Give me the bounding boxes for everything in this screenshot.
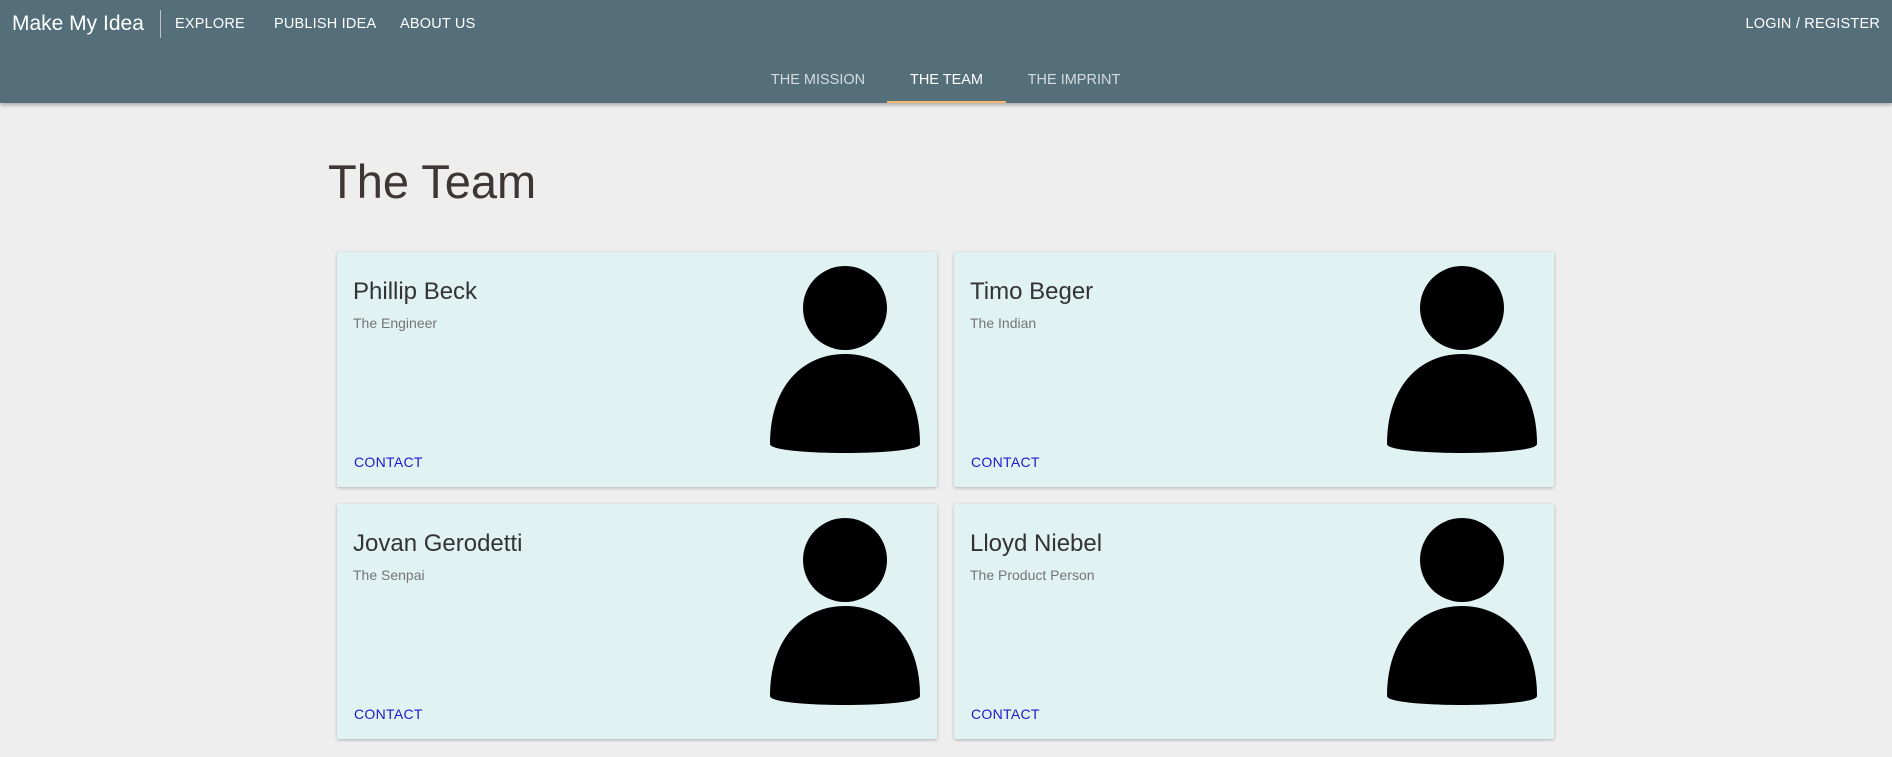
- person-avatar-icon: [770, 518, 920, 705]
- person-avatar-icon: [1387, 266, 1537, 453]
- person-avatar-icon: [770, 266, 920, 453]
- tab-the-team[interactable]: THE TEAM: [887, 60, 1006, 103]
- active-tab-indicator: [887, 101, 1006, 103]
- brand-logo-link[interactable]: Make My Idea: [12, 10, 161, 38]
- nav-about-us[interactable]: ABOUT US: [400, 16, 475, 32]
- team-member-card: Jovan Gerodetti The Senpai CONTACT: [337, 504, 937, 739]
- login-register-link[interactable]: LOGIN / REGISTER: [1745, 16, 1880, 32]
- tab-the-mission[interactable]: THE MISSION: [762, 60, 874, 103]
- person-avatar-icon: [1387, 518, 1537, 705]
- contact-button[interactable]: CONTACT: [354, 706, 423, 722]
- member-name: Jovan Gerodetti: [353, 530, 523, 557]
- member-name: Phillip Beck: [353, 278, 478, 305]
- member-role: The Engineer: [353, 315, 438, 331]
- member-name: Timo Beger: [970, 278, 1094, 305]
- sub-navigation-tabs: THE MISSION THE TEAM THE IMPRINT: [0, 60, 1892, 103]
- contact-button[interactable]: CONTACT: [354, 454, 423, 470]
- tab-the-imprint[interactable]: THE IMPRINT: [1018, 60, 1130, 103]
- member-role: The Indian: [970, 315, 1037, 331]
- top-app-bar: Make My Idea EXPLORE PUBLISH IDEA ABOUT …: [0, 0, 1892, 103]
- team-member-card: Lloyd Niebel The Product Person CONTACT: [954, 504, 1554, 739]
- contact-button[interactable]: CONTACT: [971, 454, 1040, 470]
- contact-button[interactable]: CONTACT: [971, 706, 1040, 722]
- nav-explore[interactable]: EXPLORE: [175, 16, 245, 32]
- team-member-card: Phillip Beck The Engineer CONTACT: [337, 252, 937, 487]
- member-role: The Product Person: [970, 567, 1095, 583]
- nav-publish-idea[interactable]: PUBLISH IDEA: [274, 16, 376, 32]
- page-title: The Team: [328, 155, 537, 208]
- member-name: Lloyd Niebel: [970, 530, 1103, 557]
- member-role: The Senpai: [353, 567, 425, 583]
- team-member-card: Timo Beger The Indian CONTACT: [954, 252, 1554, 487]
